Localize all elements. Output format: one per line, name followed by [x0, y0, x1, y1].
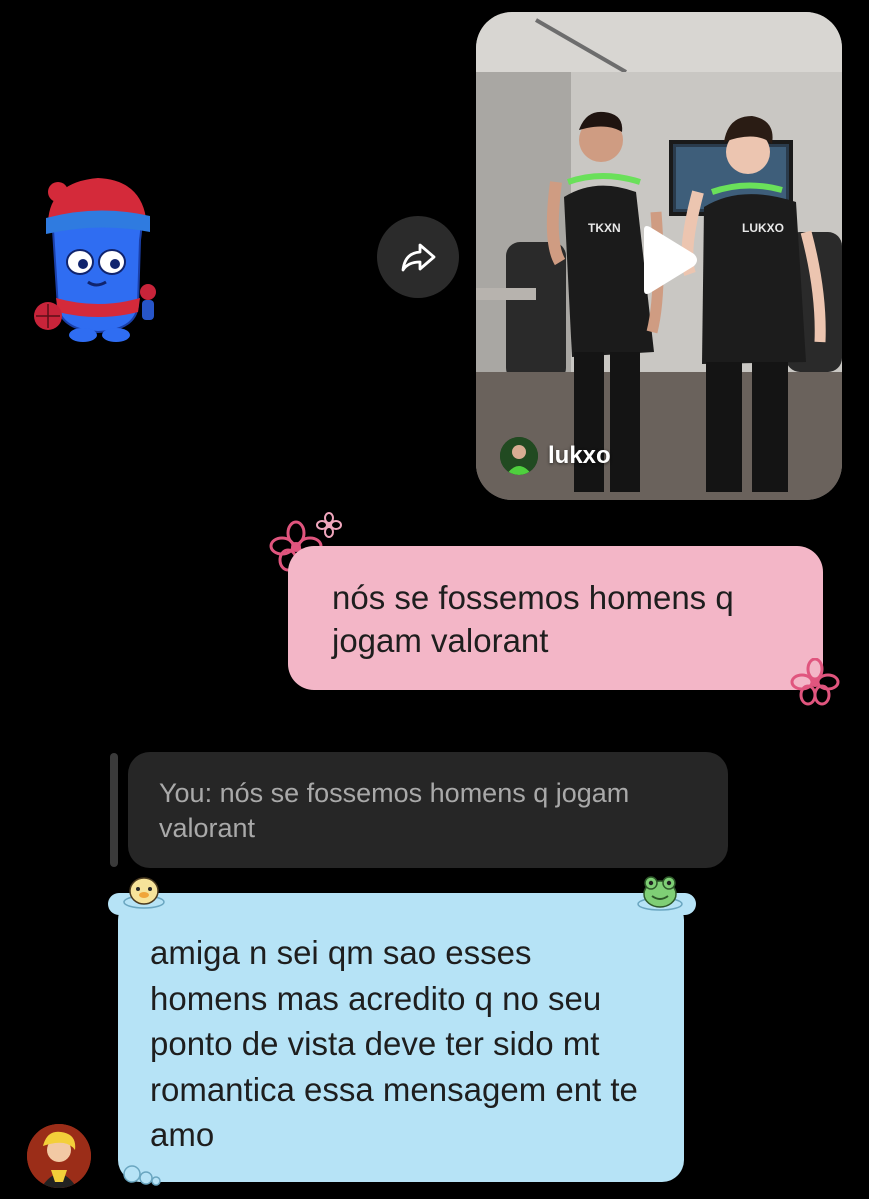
flower-decoration-icon [790, 658, 840, 706]
duck-sticker-icon [123, 877, 165, 909]
svg-text:TKXN: TKXN [588, 221, 621, 235]
blue-creature-sticker[interactable] [28, 170, 163, 350]
svg-text:LUKXO: LUKXO [742, 221, 784, 235]
sent-message-text: nós se fossemos homens q jogam valorant [332, 579, 734, 659]
flower-decoration-icon [316, 512, 342, 538]
received-message-bubble[interactable]: amiga n sei qm sao esses homens mas acre… [118, 898, 684, 1182]
video-author-username: lukxo [548, 442, 611, 469]
share-arrow-icon [401, 243, 436, 272]
reply-quote-bubble[interactable]: You: nós se fossemos homens q jogam valo… [128, 752, 728, 868]
video-author[interactable]: lukxo [500, 437, 611, 475]
shared-video-card[interactable]: TKXN LUKXO lukxo [476, 12, 842, 500]
reply-quote-text: You: nós se fossemos homens q jogam valo… [159, 778, 630, 843]
frog-sticker-icon [637, 876, 683, 911]
bubbles-decoration-icon [123, 1165, 161, 1186]
video-author-avatar [500, 437, 538, 475]
sticker-image [34, 178, 156, 342]
reply-indicator-bar [110, 753, 118, 867]
share-button[interactable] [377, 216, 459, 298]
received-message-text: amiga n sei qm sao esses homens mas acre… [150, 934, 638, 1153]
play-icon[interactable] [626, 222, 702, 298]
sent-message-bubble[interactable]: nós se fossemos homens q jogam valorant [288, 546, 823, 690]
sender-avatar[interactable] [27, 1124, 91, 1188]
